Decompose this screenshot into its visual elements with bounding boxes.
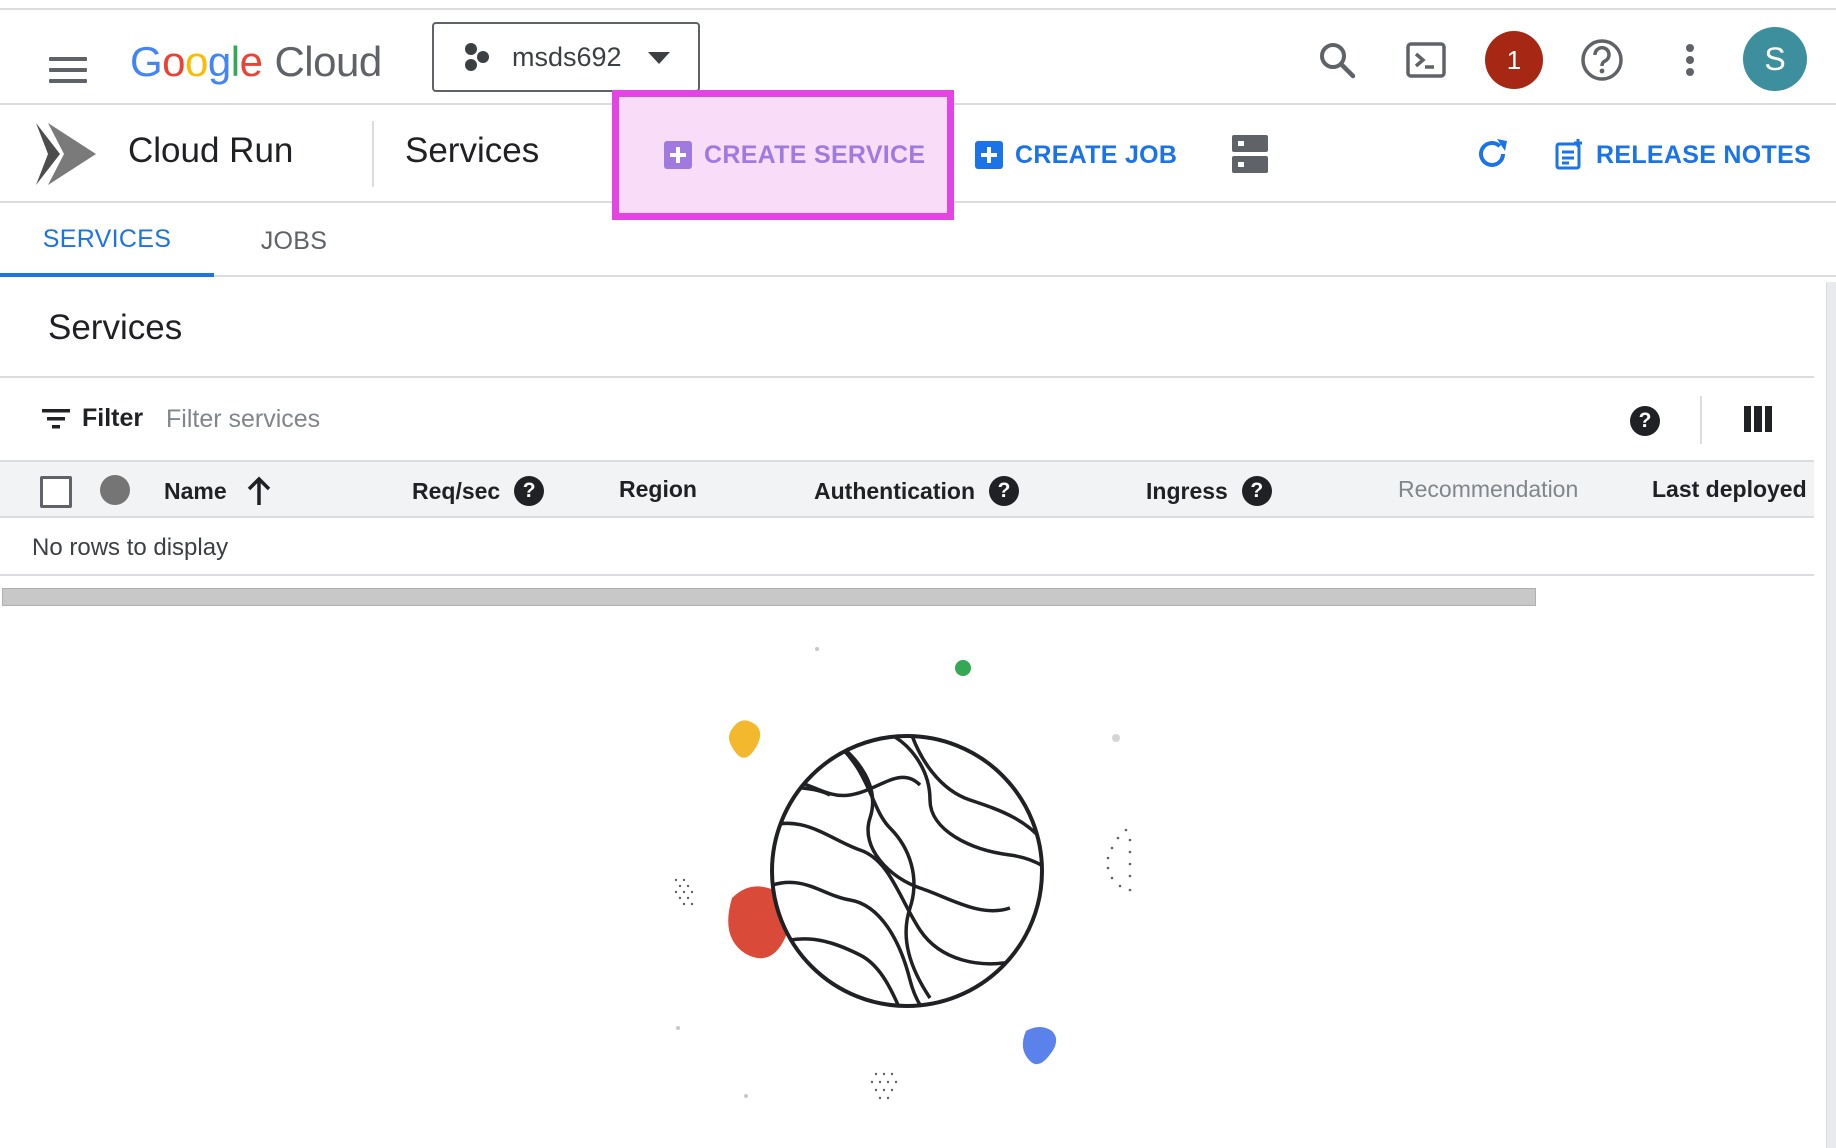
status-column-icon (100, 475, 130, 505)
filter-services-input[interactable] (166, 396, 966, 442)
page-title: Services (405, 131, 540, 170)
project-picker-button[interactable]: msds692 (432, 22, 700, 92)
column-header-req-sec[interactable]: Req/sec ? (412, 476, 545, 506)
req-sec-help-icon[interactable]: ? (514, 476, 545, 506)
refresh-icon[interactable] (1462, 124, 1522, 184)
empty-state-globe-illustration (674, 647, 1132, 1100)
horizontal-scrollbar[interactable] (2, 588, 1536, 606)
add-box-icon (975, 141, 1003, 169)
release-notes-icon (1555, 139, 1582, 170)
filter-list-icon[interactable] (42, 408, 70, 430)
product-title: Cloud Run (128, 131, 294, 170)
google-cloud-logo[interactable]: Go o g l e Cloud (130, 32, 382, 92)
help-icon[interactable] (1572, 30, 1632, 90)
tab-jobs[interactable]: JOBS (214, 205, 374, 277)
account-avatar[interactable]: S (1741, 25, 1809, 93)
services-table-header: Name Req/sec ? Region Authentication ? I… (0, 460, 1814, 518)
column-header-ingress[interactable]: Ingress ? (1146, 476, 1272, 506)
filter-bar: Filter ? (0, 376, 1814, 460)
filter-divider (1700, 396, 1702, 444)
vertical-scrollbar[interactable] (1826, 282, 1836, 1148)
services-section-title: Services (48, 308, 183, 347)
add-box-icon (664, 141, 692, 169)
ingress-help-icon[interactable]: ? (1241, 476, 1272, 506)
create-job-button[interactable]: CREATE JOB (975, 131, 1177, 179)
filter-label[interactable]: Filter (82, 404, 143, 433)
top-edge (0, 0, 1836, 10)
storage-list-icon[interactable] (1220, 124, 1280, 184)
toolbar-divider (372, 121, 374, 187)
empty-table-row: No rows to display (0, 518, 1814, 576)
create-service-button[interactable]: CREATE SERVICE (664, 131, 925, 179)
select-all-checkbox[interactable] (40, 476, 72, 508)
project-name: msds692 (512, 41, 622, 72)
search-icon[interactable] (1307, 30, 1367, 90)
column-header-authentication[interactable]: Authentication ? (814, 476, 1019, 506)
tab-services[interactable]: SERVICES (0, 205, 214, 277)
main-menu-icon[interactable] (40, 42, 96, 98)
column-display-icon[interactable] (1744, 406, 1772, 432)
project-nodes-icon (465, 43, 489, 71)
arrow-upward-icon (247, 476, 270, 505)
authentication-help-icon[interactable]: ? (989, 476, 1019, 506)
column-header-last-deployed[interactable]: Last deployed (1652, 476, 1807, 503)
filter-help-icon[interactable]: ? (1630, 406, 1660, 436)
notifications-badge[interactable]: 1 (1484, 30, 1544, 90)
tab-bar: SERVICES JOBS (0, 205, 1836, 277)
column-header-name[interactable]: Name (164, 476, 271, 506)
release-notes-button[interactable]: RELEASE NOTES (1554, 131, 1811, 179)
more-vert-icon[interactable] (1660, 30, 1720, 90)
chevron-down-icon (648, 52, 670, 64)
empty-message: No rows to display (32, 534, 229, 561)
cloud-shell-icon[interactable] (1396, 30, 1456, 90)
cloud-run-logo-icon (36, 123, 96, 185)
column-header-region[interactable]: Region (619, 476, 697, 503)
column-header-recommendation[interactable]: Recommendation (1398, 476, 1578, 503)
